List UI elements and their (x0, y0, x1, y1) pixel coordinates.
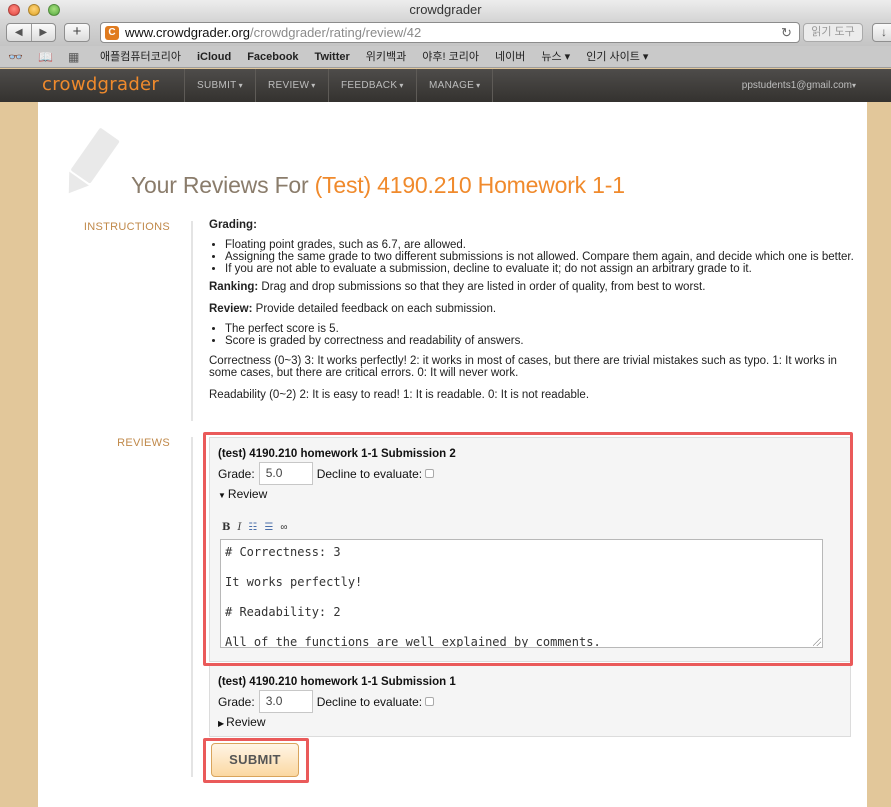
bookmark-item[interactable]: 인기 사이트 ▾ (586, 46, 648, 68)
decline-checkbox[interactable] (425, 697, 435, 706)
page-title-prefix: Your Reviews For (131, 172, 315, 198)
instructions-body: Grading: Floating point grades, such as … (209, 219, 854, 409)
back-arrow-icon[interactable]: ◀ (7, 24, 32, 41)
grade-input[interactable]: 3.0 (258, 690, 313, 713)
triangle-right-icon: ▶ (218, 719, 225, 728)
list-item: The perfect score is 5. (225, 323, 854, 335)
reviews-label: REVIEWS (117, 437, 170, 449)
grading-heading: Grading: (209, 219, 257, 231)
grading-list: Floating point grades, such as 6.7, are … (225, 239, 854, 275)
bookmarks-book-icon[interactable]: 📖 (38, 49, 53, 65)
url-text: www.crowdgrader.org/crowdgrader/rating/r… (125, 23, 421, 42)
page-title: Your Reviews For (Test) 4190.210 Homewor… (131, 172, 625, 199)
address-bar[interactable]: C www.crowdgrader.org/crowdgrader/rating… (100, 22, 800, 43)
downloads-icon[interactable]: ↓ (872, 23, 891, 42)
submission-title: (test) 4190.210 homework 1-1 Submission … (218, 676, 456, 688)
correctness-rubric: Correctness (0~3) 3: It works perfectly!… (209, 355, 837, 379)
site-favicon-icon: C (105, 26, 119, 40)
list-item: Assigning the same grade to two differen… (225, 251, 854, 263)
bookmark-item[interactable]: 뉴스 ▾ (541, 46, 570, 68)
bookmark-item[interactable]: 야후! 코리아 (422, 46, 479, 68)
ranking-text: Drag and drop submissions so that they a… (258, 281, 706, 293)
caret-down-icon: ▾ (311, 81, 316, 90)
caret-down-icon: ▾ (399, 81, 404, 90)
nav-submit[interactable]: SUBMIT ▾ (184, 69, 255, 102)
user-email: ppstudents1@gmail.com (741, 80, 852, 91)
minimize-window-button[interactable] (28, 4, 40, 16)
instructions-label: INSTRUCTIONS (83, 221, 170, 233)
url-path: /crowdgrader/rating/review/42 (250, 25, 422, 40)
bookmark-item[interactable]: 위키백과 (366, 46, 406, 68)
nav-feedback-label: FEEDBACK (341, 80, 398, 91)
review-card-submission-1[interactable]: (test) 4190.210 homework 1-1 Submission … (209, 665, 851, 737)
reload-icon[interactable]: ↻ (781, 23, 792, 42)
reviews-divider (191, 437, 193, 777)
bookmark-item[interactable]: Twitter (315, 46, 350, 68)
window-titlebar: crowdgrader (0, 0, 891, 20)
nav-review-label: REVIEW (268, 80, 310, 91)
nav-submit-label: SUBMIT (197, 80, 237, 91)
forward-arrow-icon[interactable]: ▶ (32, 24, 56, 41)
review-heading: Review: (209, 303, 253, 315)
browser-toolbar: ◀ ▶ + C www.crowdgrader.org/crowdgrader/… (0, 20, 891, 46)
grade-row: Grade: 3.0 Decline to evaluate: (218, 690, 435, 713)
bookmark-item[interactable]: iCloud (197, 46, 231, 68)
instructions-divider (191, 221, 193, 421)
bookmarks-bar: 👓 📖 ▦ 애플컴퓨터코리아 iCloud Facebook Twitter 위… (0, 46, 891, 68)
list-item: Score is graded by correctness and reada… (225, 335, 854, 347)
zoom-window-button[interactable] (48, 4, 60, 16)
url-host: www.crowdgrader.org (125, 25, 250, 40)
user-menu[interactable]: ppstudents1@gmail.com▾ (742, 69, 856, 102)
bookmark-item[interactable]: 네이버 (495, 46, 525, 68)
bookmark-item[interactable]: Facebook (247, 46, 298, 68)
caret-down-icon: ▾ (238, 81, 243, 90)
reading-list-icon[interactable]: 👓 (8, 49, 23, 65)
pencil-icon (68, 128, 120, 194)
review-list: The perfect score is 5. Score is graded … (225, 323, 854, 347)
top-sites-grid-icon[interactable]: ▦ (68, 49, 79, 65)
window-title: crowdgrader (409, 2, 482, 17)
nav-feedback[interactable]: FEEDBACK ▾ (328, 69, 416, 102)
readability-rubric: Readability (0~2) 2: It is easy to read!… (209, 389, 590, 401)
site-navbar: crowdgrader SUBMIT ▾ REVIEW ▾ FEEDBACK ▾ MA… (0, 69, 891, 102)
nav-manage[interactable]: MANAGE ▾ (416, 69, 494, 102)
review-toggle-label: Review (226, 715, 266, 729)
review-toggle[interactable]: ▶ Review (218, 715, 266, 729)
submit-button[interactable]: SUBMIT (211, 743, 299, 777)
ranking-heading: Ranking: (209, 281, 259, 293)
back-forward-buttons: ◀ ▶ (6, 23, 56, 42)
list-item: Floating point grades, such as 6.7, are … (225, 239, 854, 251)
crowdgrader-logo[interactable]: crowdgrader (42, 74, 159, 95)
new-tab-button[interactable]: + (64, 23, 90, 42)
close-window-button[interactable] (8, 4, 20, 16)
decline-label: Decline to evaluate: (316, 694, 423, 709)
caret-down-icon: ▾ (851, 81, 856, 90)
page-content: Your Reviews For (Test) 4190.210 Homewor… (38, 102, 867, 807)
nav-review[interactable]: REVIEW ▾ (255, 69, 328, 102)
bookmark-item[interactable]: 애플컴퓨터코리아 (100, 46, 181, 68)
bookmark-links: 애플컴퓨터코리아 iCloud Facebook Twitter 위키백과 야후… (100, 46, 648, 68)
review-text: Provide detailed feedback on each submis… (252, 303, 497, 315)
reader-button[interactable]: 읽기 도구 (803, 23, 863, 42)
grade-label: Grade: (218, 694, 255, 709)
page-title-assignment: (Test) 4190.210 Homework 1-1 (314, 172, 625, 198)
nav-manage-label: MANAGE (429, 80, 475, 91)
highlight-box (203, 432, 853, 666)
list-item: If you are not able to evaluate a submis… (225, 263, 854, 275)
caret-down-icon: ▾ (476, 81, 481, 90)
